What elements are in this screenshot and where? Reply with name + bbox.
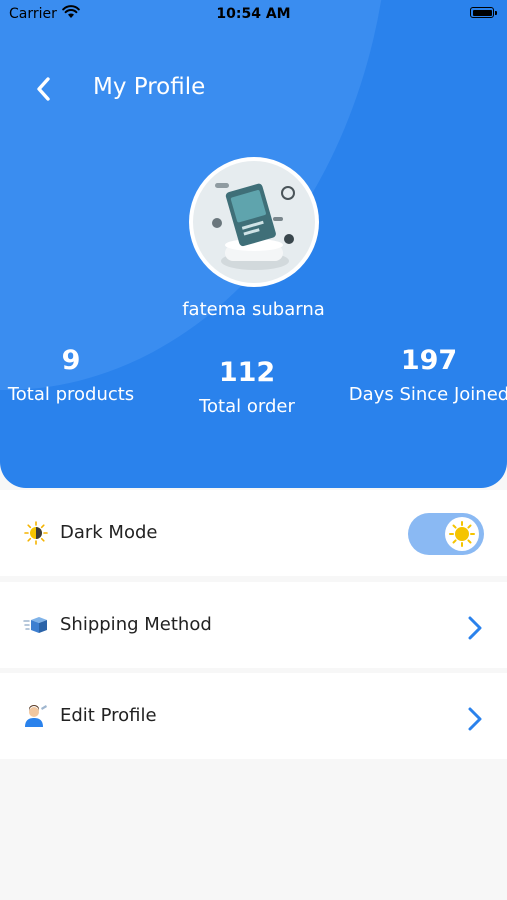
sun-icon xyxy=(24,521,48,545)
clock: 10:54 AM xyxy=(216,6,291,22)
user-edit-icon xyxy=(25,705,47,727)
edit-profile-row[interactable]: Edit Profile xyxy=(0,673,507,759)
stat-label: Days Since Joined xyxy=(348,384,507,405)
shipping-method-row[interactable]: Shipping Method xyxy=(0,582,507,668)
stat-total-products: 9 Total products xyxy=(0,344,156,406)
chevron-right-icon xyxy=(468,616,482,640)
chevron-right-icon xyxy=(468,707,482,731)
stat-label: Total products xyxy=(7,384,135,405)
stat-total-order: 112 Total order xyxy=(162,356,332,418)
avatar-image xyxy=(193,161,315,283)
stat-days-since-joined: 197 Days Since Joined xyxy=(344,344,507,406)
toggle-knob xyxy=(445,517,479,551)
shipping-method-label: Shipping Method xyxy=(60,614,212,635)
box-icon xyxy=(23,617,47,633)
stat-value: 9 xyxy=(61,345,81,376)
chevron-left-icon xyxy=(37,77,50,101)
edit-profile-label: Edit Profile xyxy=(60,705,157,726)
dark-mode-label: Dark Mode xyxy=(60,522,158,543)
status-bar: Carrier 10:54 AM xyxy=(0,0,507,28)
page-title: My Profile xyxy=(93,74,206,100)
stat-label: Total order xyxy=(199,396,295,417)
profile-header: Carrier 10:54 AM My Profile fatema subar… xyxy=(0,0,507,488)
avatar[interactable] xyxy=(189,157,319,287)
stat-value: 197 xyxy=(400,345,458,376)
back-button[interactable] xyxy=(30,72,62,106)
dark-mode-row: Dark Mode xyxy=(0,490,507,576)
battery-icon xyxy=(470,7,497,18)
profile-name: fatema subarna xyxy=(182,299,325,320)
sun-icon xyxy=(449,521,475,547)
stat-value: 112 xyxy=(218,357,276,388)
dark-mode-toggle[interactable] xyxy=(408,513,484,555)
